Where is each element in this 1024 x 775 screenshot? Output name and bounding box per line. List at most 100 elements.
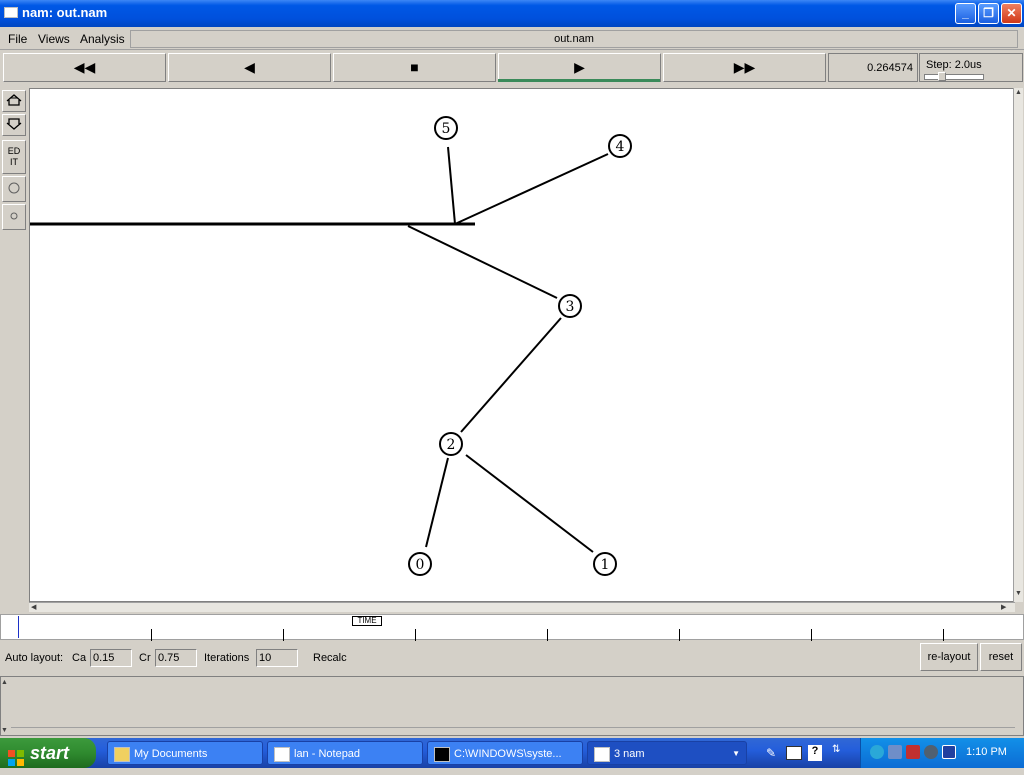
cr-field[interactable]: 0.75 xyxy=(155,649,197,667)
node-tool-icon[interactable] xyxy=(2,176,26,202)
auto-layout-label: Auto layout: xyxy=(5,652,64,664)
time-cursor[interactable] xyxy=(18,616,19,638)
task-cmd[interactable]: C:\WINDOWS\syste... xyxy=(427,741,583,765)
window-title: nam: out.nam xyxy=(22,5,108,20)
task-label: My Documents xyxy=(134,748,208,760)
panel-hscrollbar[interactable] xyxy=(11,727,1015,735)
task-nam-group[interactable]: 3 nam ▼ xyxy=(587,741,747,765)
node-4[interactable]: 4 xyxy=(608,134,632,158)
network-icon[interactable]: ⇅ xyxy=(832,744,840,755)
stop-button[interactable]: ■ xyxy=(333,53,496,82)
trace-filename: out.nam xyxy=(130,30,1018,48)
menu-analysis[interactable]: Analysis xyxy=(80,32,125,46)
folder-icon xyxy=(114,747,130,762)
left-toolbar: EDIT xyxy=(2,90,26,235)
windows-logo-icon xyxy=(8,745,24,766)
horizontal-scrollbar[interactable]: ◀ ▶ xyxy=(29,602,1015,612)
timeline-tick xyxy=(811,629,812,641)
node-5[interactable]: 5 xyxy=(434,116,458,140)
relayout-button[interactable]: re-layout xyxy=(920,643,978,671)
timeline-tick xyxy=(151,629,152,641)
task-label: 3 nam xyxy=(614,748,645,760)
timeline[interactable] xyxy=(0,614,1024,641)
tray-icon-1[interactable] xyxy=(870,745,884,759)
restore-button[interactable]: ❐ xyxy=(978,3,999,24)
step-slider-track[interactable] xyxy=(924,74,984,80)
scroll-up-arrow[interactable]: ▲ xyxy=(1015,89,1022,96)
chevron-down-icon: ▼ xyxy=(732,749,740,758)
link-1-2[interactable] xyxy=(465,454,594,553)
zoom-out-icon[interactable] xyxy=(2,114,26,136)
start-button[interactable]: start xyxy=(0,738,96,768)
iterations-label: Iterations xyxy=(204,652,250,664)
clock: 1:10 PM xyxy=(966,746,1007,758)
node-label: 1 xyxy=(601,557,610,573)
quicklaunch-monitor-icon[interactable] xyxy=(786,746,802,760)
fast-forward-button[interactable]: ▶▶ xyxy=(663,53,826,82)
tray-icon-2[interactable] xyxy=(888,745,902,759)
window-icon xyxy=(594,747,610,762)
app-icon xyxy=(4,7,18,18)
timeline-tick xyxy=(547,629,548,641)
quicklaunch-pen-icon[interactable]: ✎ xyxy=(766,746,780,760)
topology-svg: 0 1 2 3 4 5 xyxy=(30,116,632,576)
reset-button[interactable]: reset xyxy=(980,643,1022,671)
rewind-button[interactable]: ◀◀ xyxy=(3,53,166,82)
timeline-tick xyxy=(679,629,680,641)
link-2-3[interactable] xyxy=(460,317,562,433)
annotation-panel[interactable]: ▲ ▼ xyxy=(0,676,1024,736)
step-slider-thumb[interactable] xyxy=(938,72,946,81)
iterations-field[interactable]: 10 xyxy=(256,649,298,667)
close-button[interactable]: ✕ xyxy=(1001,3,1022,24)
node-label: 3 xyxy=(566,299,575,315)
link-5-lan[interactable] xyxy=(447,146,456,225)
task-my-documents[interactable]: My Documents xyxy=(107,741,263,765)
node-label: 0 xyxy=(416,557,425,573)
panel-scroll-down-arrow[interactable]: ▼ xyxy=(1,727,8,734)
cmd-icon xyxy=(434,747,450,762)
node-2[interactable]: 2 xyxy=(439,432,463,456)
menu-views[interactable]: Views xyxy=(38,32,70,46)
current-time: 0.264574 xyxy=(828,53,918,82)
link-3-lan[interactable] xyxy=(407,225,558,299)
title-bar[interactable]: nam: out.nam _ ❐ ✕ xyxy=(0,0,1024,27)
menu-bar: File Views Analysis out.nam xyxy=(0,28,1024,50)
ca-label: Ca xyxy=(72,652,87,664)
tray-icon-5[interactable] xyxy=(942,745,956,759)
node-0[interactable]: 0 xyxy=(408,552,432,576)
menu-file[interactable]: File xyxy=(8,32,27,46)
node-label: 2 xyxy=(447,437,456,453)
task-notepad[interactable]: lan - Notepad xyxy=(267,741,423,765)
tray-icon-3[interactable] xyxy=(906,745,920,759)
start-label: start xyxy=(30,743,70,763)
scroll-left-arrow[interactable]: ◀ xyxy=(31,603,36,611)
topology-canvas[interactable]: 0 1 2 3 4 5 xyxy=(29,88,1015,602)
node-3[interactable]: 3 xyxy=(558,294,582,318)
help-icon[interactable]: ? xyxy=(808,745,822,761)
step-back-button[interactable]: ◀ xyxy=(168,53,331,82)
cr-label: Cr xyxy=(139,652,151,664)
minimize-button[interactable]: _ xyxy=(955,3,976,24)
tray-icon-4[interactable] xyxy=(924,745,938,759)
recalc-button[interactable]: Recalc xyxy=(313,652,347,664)
time-label: TIME xyxy=(352,616,382,626)
node-1[interactable]: 1 xyxy=(593,552,617,576)
step-label: Step: 2.0us xyxy=(926,59,982,71)
panel-scroll-up-arrow[interactable]: ▲ xyxy=(1,679,8,686)
small-node-tool-icon[interactable] xyxy=(2,204,26,230)
vertical-scrollbar[interactable]: ▲ ▼ xyxy=(1013,88,1023,602)
notepad-icon xyxy=(274,747,290,762)
play-button[interactable]: ▶ xyxy=(498,53,661,82)
step-control: Step: 2.0us xyxy=(919,53,1023,82)
link-0-2[interactable] xyxy=(425,457,449,548)
link-4-lan[interactable] xyxy=(454,153,609,225)
scroll-down-arrow[interactable]: ▼ xyxy=(1015,590,1022,597)
edit-label: EDIT xyxy=(7,146,21,167)
scroll-right-arrow[interactable]: ▶ xyxy=(1001,603,1006,611)
zoom-in-icon[interactable] xyxy=(2,90,26,112)
timeline-tick xyxy=(415,629,416,641)
ca-field[interactable]: 0.15 xyxy=(90,649,132,667)
task-label: C:\WINDOWS\syste... xyxy=(454,748,562,760)
auto-layout-bar: Auto layout: Ca 0.15 Cr 0.75 Iterations … xyxy=(0,642,1024,674)
edit-button[interactable]: EDIT xyxy=(2,140,26,174)
